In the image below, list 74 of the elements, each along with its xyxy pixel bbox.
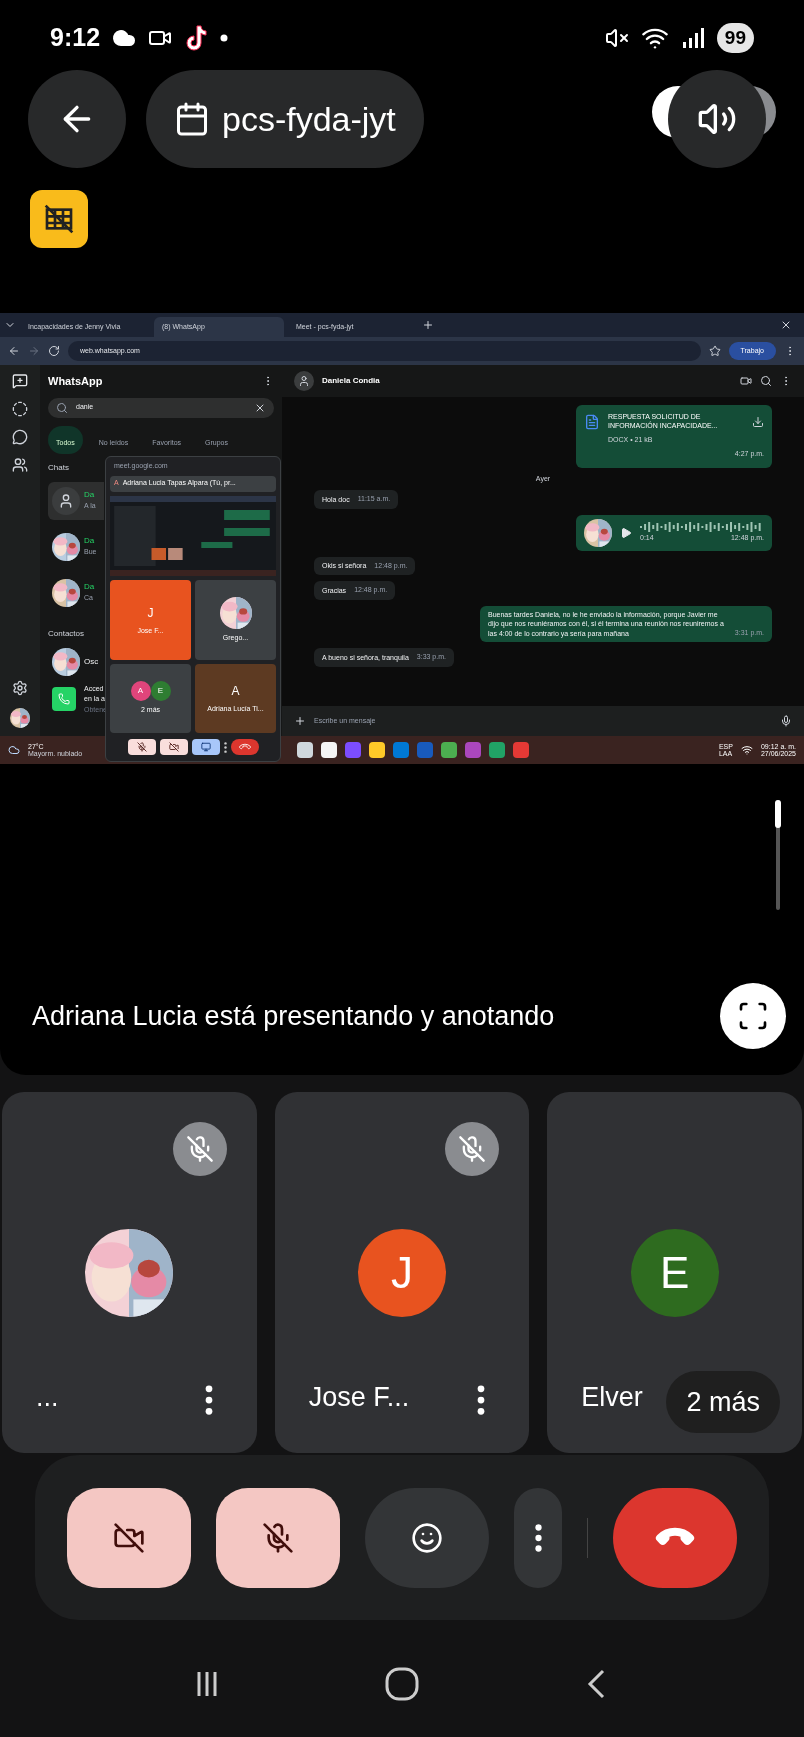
mic-off-icon xyxy=(136,742,147,752)
chat-name: Da xyxy=(84,489,96,502)
monitor-icon xyxy=(200,742,211,752)
hang-up-button[interactable] xyxy=(230,739,259,755)
weather-icon xyxy=(8,744,20,756)
new-tab-icon[interactable] xyxy=(422,319,434,331)
search-icon[interactable] xyxy=(760,375,772,387)
wifi-icon xyxy=(740,744,753,756)
avatar: E xyxy=(630,1228,719,1317)
participant-name: ... xyxy=(36,1380,59,1414)
avatar-placeholder xyxy=(52,486,80,515)
avatar: A xyxy=(130,681,151,702)
camera-off-icon xyxy=(168,742,179,752)
back-icon[interactable] xyxy=(8,345,20,357)
section-heading: Contactos xyxy=(48,627,85,640)
avatar: J xyxy=(358,1228,446,1317)
contact-item[interactable]: Osc xyxy=(48,647,104,676)
communities-icon[interactable] xyxy=(12,457,28,473)
more-icon[interactable] xyxy=(477,1385,486,1415)
more-participants-button[interactable]: 2 más xyxy=(666,1371,780,1433)
avatar: E xyxy=(150,681,171,702)
fullscreen-icon xyxy=(737,1000,769,1032)
document-icon xyxy=(584,413,600,430)
status-icon[interactable] xyxy=(12,401,28,417)
calendar-icon xyxy=(174,101,210,137)
chats-icon[interactable] xyxy=(12,373,28,389)
mic-off-icon xyxy=(262,1521,294,1554)
waveform-icon xyxy=(640,521,764,534)
chat-title: Daniela Condia xyxy=(322,375,381,387)
camera-off-button[interactable] xyxy=(159,739,188,755)
settings-icon[interactable] xyxy=(12,680,28,696)
mic-off-button[interactable] xyxy=(127,739,156,755)
meeting-code-button[interactable]: pcs-fyda-jyt xyxy=(146,70,424,168)
dot-icon xyxy=(220,34,229,42)
close-icon[interactable] xyxy=(780,319,792,331)
avatar-initial: J xyxy=(147,604,154,622)
present-button[interactable] xyxy=(191,739,220,755)
presenter-status-text: Adriana Lucia está presentando y anotando xyxy=(32,999,556,1033)
attach-icon[interactable] xyxy=(294,715,306,727)
play-icon[interactable] xyxy=(620,526,632,539)
section-heading: Chats xyxy=(48,461,69,474)
star-icon[interactable] xyxy=(708,345,721,357)
taskbar-app-icon[interactable] xyxy=(369,742,386,758)
mic-button[interactable] xyxy=(216,1487,340,1588)
smile-icon xyxy=(411,1521,443,1554)
participant-name: Jose F... xyxy=(308,1380,410,1414)
signal-icon xyxy=(680,26,705,50)
channels-icon[interactable] xyxy=(12,429,28,445)
video-call-icon[interactable] xyxy=(740,375,752,387)
avatar-initial: A xyxy=(231,683,240,701)
scrollbar[interactable] xyxy=(776,800,780,910)
crossed-grid-icon xyxy=(43,203,75,235)
more-icon[interactable] xyxy=(204,1385,213,1415)
chat-name: Da xyxy=(84,535,96,548)
app-title: WhatsApp xyxy=(48,374,104,389)
home-icon[interactable] xyxy=(384,1665,420,1702)
more-icon[interactable] xyxy=(223,741,227,753)
camera-off-icon xyxy=(113,1521,145,1554)
mute-icon xyxy=(604,26,629,50)
music-note-icon xyxy=(184,24,209,52)
taskbar-app-icon[interactable] xyxy=(321,742,338,758)
taskbar-app-icon[interactable] xyxy=(297,742,314,758)
contact-avatar[interactable] xyxy=(294,371,314,391)
more-options-button[interactable] xyxy=(514,1487,562,1588)
chat-name: Da xyxy=(84,581,95,594)
camera-button[interactable] xyxy=(67,1487,191,1588)
mic-icon[interactable] xyxy=(780,715,792,727)
more-icon xyxy=(534,1523,542,1552)
clock-time: 9:12 xyxy=(50,22,101,54)
reload-icon[interactable] xyxy=(48,345,60,357)
battery-level: 99 xyxy=(716,23,754,53)
participant-name: Elver xyxy=(581,1380,643,1414)
download-icon[interactable] xyxy=(752,415,764,428)
search-icon xyxy=(56,401,68,414)
